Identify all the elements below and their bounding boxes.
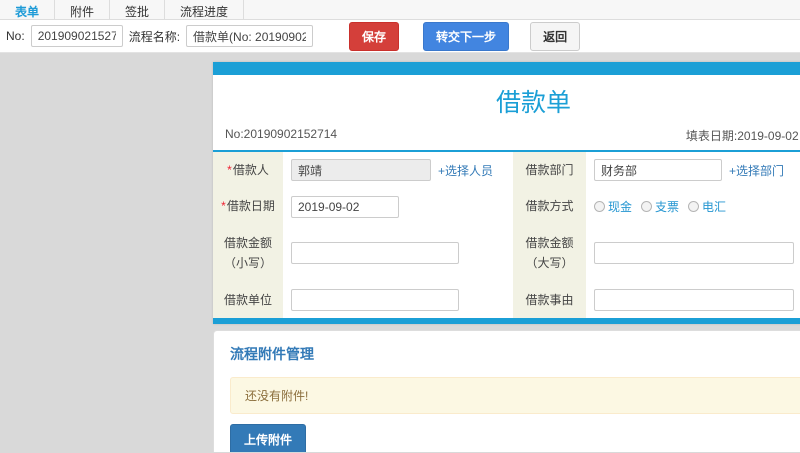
tab-attachments[interactable]: 附件 [55, 0, 111, 19]
borrower-label: *借款人 [213, 152, 283, 189]
content-area: 借款单 No:20190902152714 填表日期:2019-09-02 15… [0, 53, 800, 452]
loan-method-label: 借款方式 [513, 188, 586, 225]
save-button[interactable]: 保存 [349, 21, 400, 51]
loan-form-panel: 借款单 No:20190902152714 填表日期:2019-09-02 15… [213, 62, 800, 324]
radio-circle-icon[interactable] [641, 201, 653, 213]
form-bottom-bar [213, 317, 800, 324]
loan-date-input[interactable] [291, 195, 399, 218]
action-toolbar: No: 流程名称: 保存 转交下一步 返回 [0, 20, 800, 53]
radio-check-label: 支票 [655, 200, 680, 215]
borrower-cell: +选择人员 [283, 152, 513, 189]
radio-circle-icon[interactable] [594, 201, 605, 213]
loan-date-cell [283, 188, 513, 225]
loan-unit-cell [283, 281, 513, 318]
amount-uppercase-input[interactable] [594, 242, 794, 265]
tab-bar: 表单 附件 签批 流程进度 [0, 0, 800, 20]
loan-unit-input[interactable] [291, 288, 459, 311]
amount-uppercase-cell [586, 224, 800, 282]
department-label: 借款部门 [513, 152, 586, 189]
loan-reason-cell [586, 281, 800, 318]
required-asterisk: * [227, 163, 232, 177]
radio-check[interactable]: 支票 [641, 198, 679, 215]
loan-method-radio-group: 现金 支票 电汇 [594, 198, 726, 215]
form-top-bar [213, 62, 800, 75]
form-title: 借款单 [495, 89, 571, 117]
select-person-link[interactable]: +选择人员 [438, 162, 493, 179]
no-attachments-alert: 还没有附件! [230, 376, 800, 414]
loan-method-cell: 现金 支票 电汇 [586, 188, 800, 225]
amount-lowercase-cell [283, 224, 513, 282]
process-name-label: 流程名称: [128, 29, 181, 44]
required-asterisk: * [221, 199, 226, 214]
loan-reason-label: 借款事由 [513, 281, 586, 318]
upload-attachment-button[interactable]: 上传附件 [230, 423, 307, 452]
attachments-panel: 流程附件管理 还没有附件! 上传附件 [213, 329, 800, 452]
select-department-link[interactable]: +选择部门 [729, 162, 784, 179]
radio-cash-label: 现金 [608, 200, 633, 215]
amount-lowercase-input[interactable] [291, 242, 459, 265]
form-meta-row: No:20190902152714 填表日期:2019-09-02 15:27:… [213, 123, 800, 152]
radio-wire-transfer-label: 电汇 [702, 200, 727, 215]
main-document: 借款单 No:20190902152714 填表日期:2019-09-02 15… [213, 62, 800, 452]
borrower-input[interactable] [291, 159, 431, 182]
form-grid: *借款人 +选择人员 借款部门 +选择部门 *借款日期 借款 [213, 152, 800, 318]
loan-date-label: *借款日期 [213, 188, 283, 225]
tab-process-progress[interactable]: 流程进度 [165, 0, 245, 19]
radio-circle-icon[interactable] [688, 201, 700, 213]
no-input[interactable] [30, 25, 123, 47]
amount-uppercase-label: 借款金额（大写） [513, 224, 586, 282]
process-name-input[interactable] [186, 25, 314, 47]
department-input[interactable] [594, 159, 722, 182]
no-label: No: [6, 29, 25, 43]
department-cell: +选择部门 [586, 152, 800, 189]
transfer-next-step-button[interactable]: 转交下一步 [423, 21, 510, 51]
amount-lowercase-label: 借款金额（小写） [213, 224, 283, 282]
form-date-text: 填表日期:2019-09-02 15:27:1 [685, 129, 800, 143]
form-no-text: No:20190902152714 [225, 127, 338, 141]
tab-approval[interactable]: 签批 [110, 0, 166, 19]
attachments-heading: 流程附件管理 [230, 345, 314, 362]
back-button[interactable]: 返回 [530, 21, 581, 51]
loan-unit-label: 借款单位 [213, 281, 283, 318]
tab-form[interactable]: 表单 [0, 0, 56, 19]
loan-reason-input[interactable] [594, 288, 794, 311]
radio-wire-transfer[interactable]: 电汇 [688, 198, 726, 215]
radio-cash[interactable]: 现金 [594, 198, 632, 215]
